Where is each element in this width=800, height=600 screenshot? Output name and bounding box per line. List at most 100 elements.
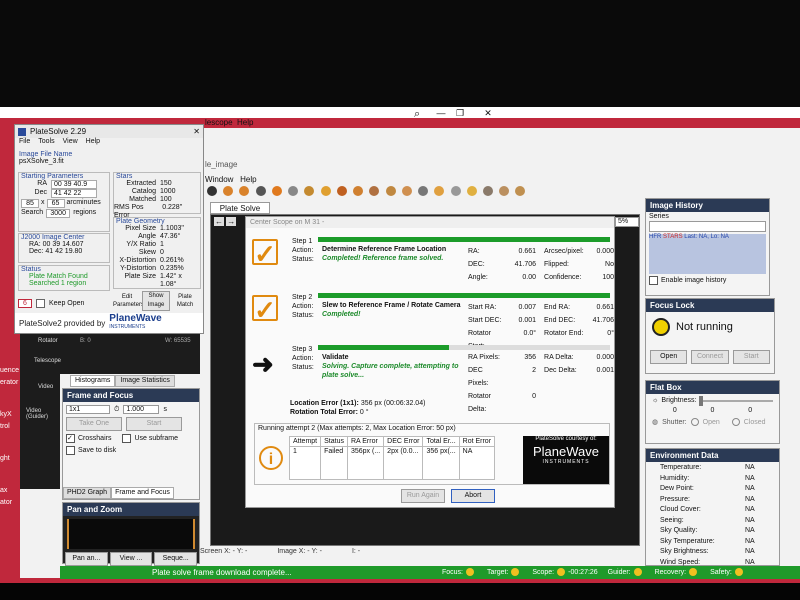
sun-icon[interactable] — [466, 186, 477, 196]
forward-arrow-icon[interactable]: → — [226, 217, 237, 226]
menu-help[interactable]: Help — [86, 138, 100, 149]
platesolve-window: PlateSolve 2.29 ✕ File Tools View Help I… — [14, 124, 204, 334]
wrench-icon[interactable] — [482, 186, 493, 196]
gear-icon[interactable] — [223, 186, 234, 196]
menu-file[interactable]: File — [19, 138, 30, 149]
table-cell: 356px (... — [346, 446, 385, 480]
take-one-button[interactable]: Take One — [66, 417, 122, 431]
step-2-status: Completed! — [322, 311, 361, 318]
connect-button[interactable]: Connect — [691, 350, 729, 364]
column-header[interactable]: DEC Error — [383, 436, 424, 447]
close-icon[interactable]: ✕ — [193, 127, 203, 136]
rotate-icon[interactable] — [336, 186, 347, 196]
focus-start-button[interactable]: Start — [732, 350, 770, 364]
series-select[interactable] — [649, 221, 766, 232]
cloud-icon[interactable] — [450, 186, 461, 196]
sequence-button[interactable]: Seque... — [154, 552, 198, 566]
error-summary: Location Error (1x1): 356 px (00:06:32.0… — [290, 400, 426, 416]
focus-icon[interactable] — [353, 186, 364, 196]
subframe-checkbox[interactable] — [122, 434, 132, 443]
target-status-icon — [511, 568, 520, 577]
play-icon[interactable] — [207, 186, 217, 196]
image-file-name: psXSolve_3.fit — [19, 158, 64, 165]
search-regions-field[interactable]: 3000 — [46, 209, 71, 218]
binning-select[interactable]: 1x1 — [66, 405, 110, 414]
stat-row: Start RA: 0.007 End RA: 0.661 — [468, 304, 614, 311]
show-image-button[interactable]: Show Image — [142, 291, 170, 311]
telescope-item[interactable]: Telescope — [34, 358, 68, 364]
checkmark-icon: ✓ — [252, 295, 278, 323]
table-row[interactable]: 1 Failed 356px (... 2px (0.0... 356 px(... NA — [288, 446, 496, 480]
keep-open-count[interactable]: 6 — [18, 298, 32, 308]
tab-frame-and-focus[interactable]: Frame and Focus — [111, 487, 174, 499]
plate-solve-tab[interactable]: Plate Solve — [210, 202, 270, 214]
menu-tools[interactable]: Tools — [38, 138, 54, 149]
shutter-open-radio[interactable] — [690, 418, 699, 426]
video-item[interactable]: Video — [38, 384, 53, 390]
pan-button[interactable]: Pan an... — [65, 552, 108, 566]
arrow-right-icon: ➜ — [252, 349, 274, 379]
dec-field[interactable]: 41 42 22 — [51, 189, 97, 198]
column-header[interactable]: Total Er... — [422, 436, 460, 447]
tab-image-statistics[interactable]: Image Statistics — [115, 375, 175, 387]
column-header[interactable]: RA Error — [346, 436, 385, 447]
open-button[interactable]: Open — [650, 350, 688, 364]
filter-icon[interactable] — [320, 186, 331, 196]
save-to-disk-checkbox[interactable] — [66, 446, 75, 455]
list-icon[interactable] — [418, 186, 429, 196]
settings-icon[interactable] — [239, 186, 250, 196]
menu-view[interactable]: View — [63, 138, 78, 149]
stat-row: Matched 100 — [129, 196, 172, 203]
column-header[interactable]: Rot Error — [458, 436, 496, 447]
sequence-icon[interactable] — [401, 186, 412, 196]
flat-box-panel: Flat Box ☼ Brightness: 0 0 0 ◍ Shutter: … — [645, 380, 780, 444]
abort-button[interactable]: Abort — [451, 489, 495, 503]
target-icon[interactable] — [271, 186, 282, 196]
frame-focus-tabs: PHD2 Graph Frame and Focus — [63, 487, 201, 499]
step-3: ➜ Step 3 Action: Status: Validate Solvin… — [246, 341, 616, 413]
plate-match-button[interactable]: Plate Match — [171, 293, 199, 311]
view-button[interactable]: View ... — [109, 552, 153, 566]
image-file-name-group: Image File Name psXSolve_3.fit — [19, 151, 109, 171]
tools-icon[interactable] — [499, 186, 510, 196]
back-arrow-icon[interactable]: ← — [214, 217, 224, 226]
frame-focus-panel: Frame and Focus 1x1 ⏱ 1.000 s Take One S… — [62, 388, 200, 500]
brightness-slider[interactable] — [699, 395, 773, 406]
enable-history-checkbox[interactable] — [649, 276, 658, 285]
tab-histograms[interactable]: Histograms — [70, 375, 116, 387]
video-guider-item[interactable]: Video (Guider) — [26, 408, 60, 420]
menubar-partial: lescope Help — [205, 118, 254, 127]
keep-open-checkbox[interactable] — [36, 298, 45, 308]
start-button[interactable]: Start — [126, 417, 182, 431]
shutter-closed-radio[interactable] — [731, 418, 740, 426]
scope-status-icon — [557, 568, 566, 577]
crosshairs-checkbox[interactable]: ✓ — [66, 434, 75, 443]
column-header[interactable]: Attempt — [288, 436, 322, 447]
scope-icon[interactable] — [288, 186, 299, 196]
column-header[interactable]: Status — [320, 436, 348, 447]
guide-icon[interactable] — [385, 186, 396, 196]
edit-parameters-button[interactable]: Edit Parameters — [113, 293, 144, 311]
env-row: Pressure: NA — [660, 495, 755, 503]
step-1: ✓ Step 1 Action: Status: Determine Refer… — [246, 231, 616, 283]
pan-zoom-panel: Pan and Zoom Pan an... View ... Seque... — [62, 502, 200, 566]
tab-phd2-graph[interactable]: PHD2 Graph — [63, 487, 112, 499]
exposure-field[interactable]: 1.000 — [123, 405, 160, 414]
ra-field[interactable]: 00 39 40.9 — [51, 180, 97, 189]
rotator-item[interactable]: Rotator — [38, 338, 68, 344]
run-again-button[interactable]: Run Again — [401, 489, 445, 503]
brush-icon[interactable] — [304, 186, 315, 196]
fov-width-field[interactable]: 85 — [21, 199, 39, 208]
env-row: Humidity: NA — [660, 474, 755, 482]
provided-by-row: PlateSolve2 provided by PlaneWave INSTRU… — [15, 313, 203, 333]
frame-icon[interactable] — [369, 186, 380, 196]
attempts-box: Running attempt 2 (Max attempts: 2, Max … — [254, 423, 610, 485]
flat-icon[interactable] — [515, 186, 526, 196]
camera-icon[interactable] — [255, 186, 266, 196]
stat-row: Skew 0 — [138, 249, 164, 256]
focus-status-icon — [466, 568, 475, 577]
zoom-combo[interactable]: 5% — [615, 217, 639, 227]
plate-icon[interactable] — [434, 186, 445, 196]
step-2-action: Slew to Reference Frame / Rotate Camera — [322, 302, 461, 309]
fov-height-field[interactable]: 65 — [46, 199, 65, 208]
